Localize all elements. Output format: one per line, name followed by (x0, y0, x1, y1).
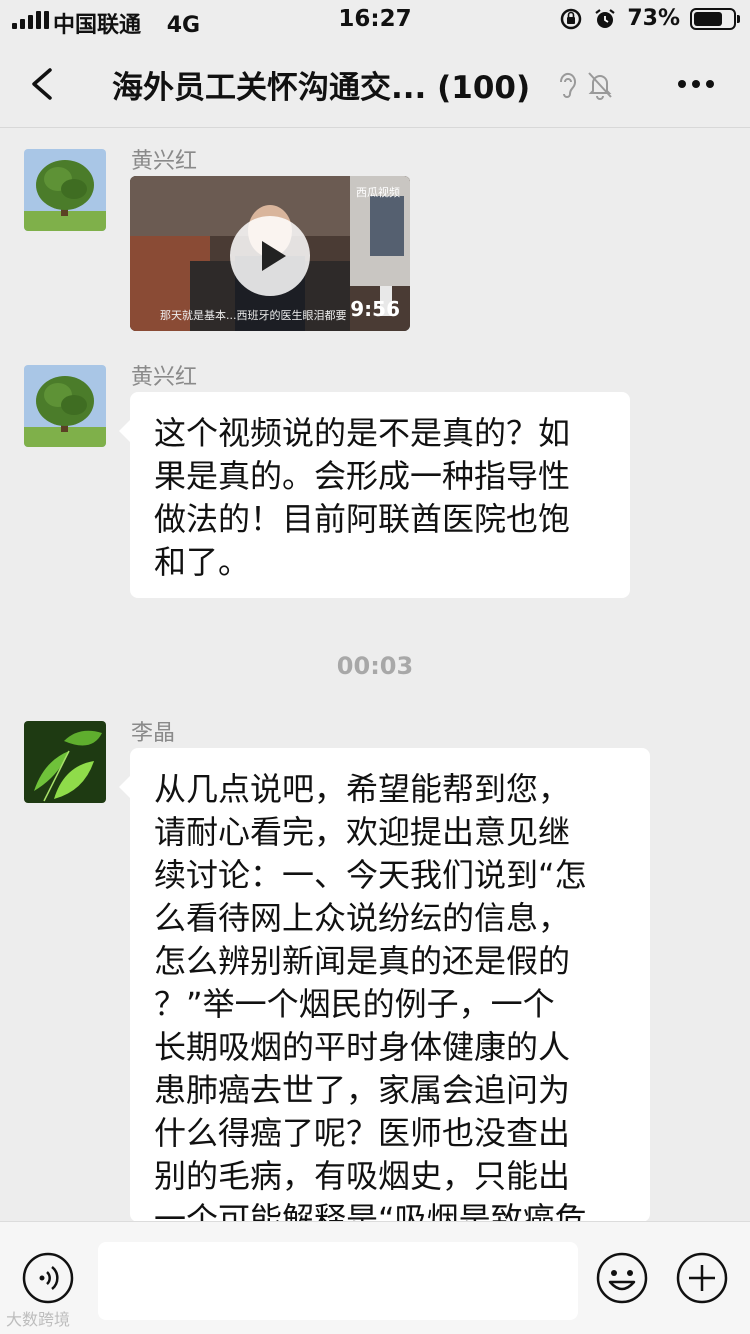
ginkgo-avatar-image (24, 721, 106, 803)
message-line: 怎么辨别新闻是真的还是假的 (154, 942, 571, 980)
back-button[interactable] (22, 62, 66, 106)
avatar[interactable] (24, 721, 106, 803)
message-line: 果是真的。会形成一种指导性 (154, 457, 571, 495)
alarm-icon (595, 8, 615, 28)
bell-muted-icon (588, 72, 612, 100)
tree-avatar-image (24, 365, 106, 447)
chat-title[interactable]: 海外员工关怀沟通交... (100) (112, 62, 530, 107)
more-options-button[interactable] (676, 78, 716, 90)
message-input[interactable] (98, 1242, 578, 1320)
emoji-button[interactable] (596, 1252, 648, 1304)
message-bubble[interactable]: 从几点说吧，希望能帮到您， 请耐心看完，欢迎提出意见继 续讨论：一、今天我们说到… (130, 748, 650, 1222)
bubble-tail (119, 776, 130, 798)
sender-name: 黄兴红 (131, 149, 198, 174)
ear-icon (559, 72, 576, 98)
message-line: ？”举一个烟民的例子，一个 (154, 985, 555, 1023)
message-line: 长期吸烟的平时身体健康的人 (154, 1028, 571, 1066)
chat-timestamp: 00:03 (336, 652, 414, 680)
battery-icon (690, 7, 740, 30)
sender-name: 李晶 (131, 721, 176, 746)
avatar[interactable] (24, 149, 106, 231)
input-bar (0, 1221, 750, 1334)
watermark: 大数跨境 (6, 1310, 71, 1329)
battery-percent: 73% (627, 6, 680, 31)
message-line: 患肺癌去世了，家属会追问为 (154, 1071, 571, 1109)
video-subtitle: 那天就是基本...西班牙的医生眼泪都要 (160, 309, 347, 322)
message-bubble[interactable]: 这个视频说的是不是真的？如 果是真的。会形成一种指导性 做法的！目前阿联酋医院也… (130, 392, 630, 598)
tree-avatar-image (24, 149, 106, 231)
add-button[interactable] (676, 1252, 728, 1304)
bubble-tail (119, 420, 130, 442)
message-line: 请耐心看完，欢迎提出意见继 (154, 813, 571, 851)
chat-header: 海外员工关怀沟通交... (100) (0, 40, 750, 128)
message-line: 做法的！目前阿联酋医院也饱 (154, 500, 571, 538)
message-line: 什么得癌了呢？医师也没查出 (154, 1114, 571, 1152)
message-line: 和了。 (154, 543, 251, 581)
message-line: 这个视频说的是不是真的？如 (154, 414, 571, 452)
video-message[interactable]: 西瓜视频 那天就是基本...西班牙的医生眼泪都要 9:56 (130, 176, 410, 331)
message-line: 一个可能解释是“吸烟是致癌危 (154, 1200, 587, 1222)
message-line: 么看待网上众说纷纭的信息， (154, 899, 571, 937)
rotation-lock-icon (561, 8, 582, 29)
message-line: 续讨论：一、今天我们说到“怎 (154, 856, 587, 894)
avatar[interactable] (24, 365, 106, 447)
status-bar: 中国联通 4G 16:27 73% (0, 0, 750, 40)
play-button[interactable] (230, 216, 310, 296)
sender-name: 黄兴红 (131, 365, 198, 390)
video-source-label: 西瓜视频 (356, 186, 400, 199)
message-line: 从几点说吧，希望能帮到您， (154, 770, 571, 808)
message-line: 别的毛病，有吸烟史，只能出 (154, 1157, 571, 1195)
video-duration: 9:56 (350, 297, 400, 321)
voice-button[interactable] (22, 1252, 74, 1304)
